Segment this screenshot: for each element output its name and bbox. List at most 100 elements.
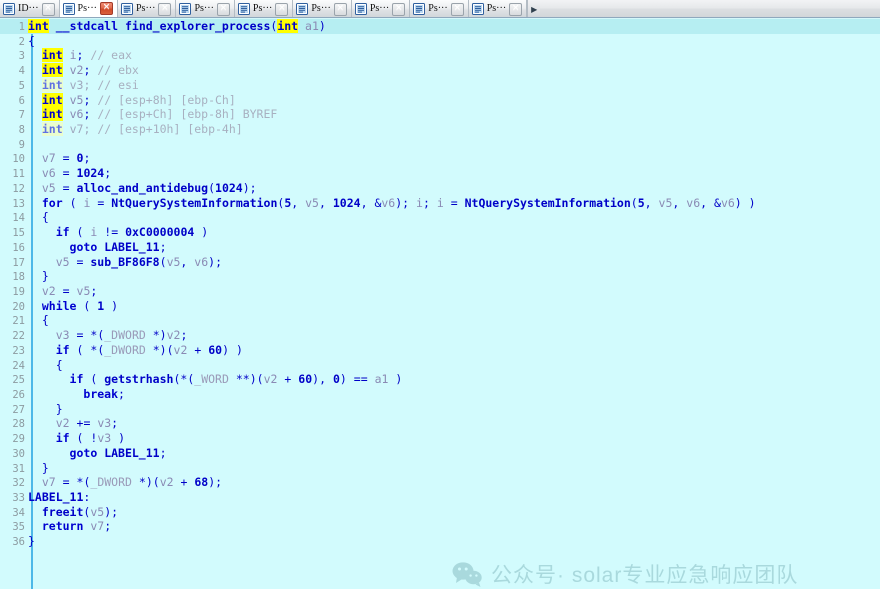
code-line-text: } [28,534,35,549]
close-icon[interactable]: ✕ [100,2,113,15]
code-line[interactable]: 27 } [0,402,880,417]
editor-tab-7[interactable]: Ps··· ✕ [410,0,469,17]
editor-tab-3[interactable]: Ps··· ✕ [176,0,235,17]
code-line[interactable]: 36} [0,534,880,549]
close-icon[interactable]: ✕ [41,2,55,16]
watermark: 公众号· solar专业应急响应团队 [452,559,798,589]
code-line[interactable]: 6 int v5; // [esp+8h] [ebp-Ch] [0,92,880,108]
pseudocode-view[interactable]: 1 int __stdcall find_explorer_process(int… [0,19,880,589]
code-line[interactable]: 25 if ( getstrhash(*(_WORD **)(v2 + 60),… [0,372,880,387]
code-line[interactable]: 32 v7 = *(_DWORD *)(v2 + 68); [0,475,880,490]
code-line[interactable]: 21 { [0,313,880,328]
code-line[interactable]: 16 goto LABEL_11; [0,240,880,255]
code-line[interactable]: 29 if ( !v3 ) [0,431,880,446]
editor-tab-8[interactable]: Ps··· ✕ [468,0,528,17]
code-line[interactable]: 20 while ( 1 ) [0,299,880,314]
code-line[interactable]: 4 int v2; // ebx [0,63,880,78]
code-line[interactable]: 7 int v6; // [esp+Ch] [ebp-8h] BYREF [0,107,880,122]
close-icon[interactable]: ✕ [450,2,464,16]
editor-tab-2[interactable]: Ps··· ✕ [118,0,177,17]
code-line[interactable]: 18 } [0,269,880,284]
code-line-text: { [41,313,49,328]
editor-tab-label: Ps··· [77,2,97,14]
code-line[interactable]: 11 v6 = 1024; [0,166,880,181]
code-line[interactable]: 13 for ( i = NtQuerySystemInformation(5,… [0,196,880,211]
line-number: 29 [12,433,25,446]
code-line-text: break; [83,386,125,401]
code-line[interactable]: 33 LABEL_11: [0,490,880,505]
editor-tab-1[interactable]: Ps··· ✕ [59,0,118,17]
close-icon[interactable]: ✕ [216,2,230,16]
document-icon [62,2,75,15]
line-number: 1 [18,21,25,33]
code-line[interactable]: 14 { [0,210,880,225]
line-number: 7 [18,109,25,122]
document-icon [413,3,426,15]
code-line[interactable]: 17 v5 = sub_BF86F8(v5, v6); [0,255,880,270]
code-line-text: v5 = alloc_and_antidebug(1024); [41,180,257,195]
code-line[interactable]: 2{ [0,34,880,49]
document-icon [471,3,484,15]
line-number: 3 [18,50,25,63]
code-line[interactable]: 3 int i; // eax [0,48,880,63]
code-line[interactable]: 1 int __stdcall find_explorer_process(int… [0,19,880,34]
code-line-text: v7 = *(_DWORD *)(v2 + 68); [41,475,223,490]
editor-tab-label: Ps··· [194,3,214,14]
code-line[interactable]: 26 break; [0,387,880,402]
editor-tab-bar[interactable]: ID··· ✕ Ps··· ✕ Ps··· ✕ Ps··· ✕ Ps··· ✕ Ps··· ✕ Ps··… [0,0,880,18]
code-line[interactable]: 30 goto LABEL_11; [0,446,880,461]
close-icon[interactable]: ✕ [333,2,347,16]
line-number: 10 [12,153,25,166]
line-number: 6 [18,94,25,107]
code-line[interactable]: 12 v5 = alloc_and_antidebug(1024); [0,181,880,196]
document-icon [121,3,133,15]
code-line-text: v6 = 1024; [41,166,112,181]
editor-tab-4[interactable]: Ps··· ✕ [234,0,294,17]
document-icon [3,3,15,15]
line-number: 17 [12,256,25,269]
code-line[interactable]: 22 v3 = *(_DWORD *)v2; [0,328,880,343]
code-line[interactable]: 34 freeit(v5); [0,505,880,520]
line-number: 20 [12,300,25,313]
code-line[interactable]: 15 if ( i != 0xC0000004 ) [0,225,880,240]
line-number: 19 [12,285,25,298]
code-line-text: if ( getstrhash(*(_WORD **)(v2 + 60), 0)… [69,372,403,387]
editor-tab-0[interactable]: ID··· ✕ [0,0,60,17]
code-line-text: v2 = v5; [41,283,98,298]
code-line[interactable]: 9 [0,137,880,152]
code-line-text: for ( i = NtQuerySystemInformation(5, v5… [41,195,756,210]
close-icon[interactable]: ✕ [158,2,172,16]
code-line[interactable]: 23 if ( *(_DWORD *)(v2 + 60) ) [0,343,880,358]
line-number: 9 [18,138,25,151]
line-number: 8 [18,124,25,137]
tab-scroll-right-icon[interactable]: ▶ [527,0,541,17]
line-number: 34 [12,506,25,519]
code-line[interactable]: 8 int v7; // [esp+10h] [ebp-4h] [0,122,880,137]
code-line[interactable]: 35 return v7; [0,519,880,534]
close-icon[interactable]: ✕ [275,2,289,16]
editor-tab-5[interactable]: Ps··· ✕ [293,0,352,17]
line-number: 22 [12,330,25,343]
code-line-text: } [55,401,63,416]
document-icon [296,3,309,15]
code-line-text: int v2; // ebx [41,63,139,78]
line-number: 4 [18,65,25,78]
line-number: 23 [12,344,25,357]
watermark-text: 公众号· solar专业应急响应团队 [491,564,799,587]
line-number: 30 [12,447,25,460]
code-line[interactable]: 10 v7 = 0; [0,151,880,166]
editor-tab-6[interactable]: Ps··· ✕ [351,0,411,17]
close-icon[interactable]: ✕ [392,2,406,16]
line-number: 13 [12,197,25,210]
code-line-text: v3 = *(_DWORD *)v2; [55,328,188,343]
code-lines-container[interactable]: 1 int __stdcall find_explorer_process(int… [0,19,880,549]
code-line[interactable]: 28 v2 += v3; [0,416,880,431]
code-line[interactable]: 19 v2 = v5; [0,284,880,299]
code-line-text: freeit(v5); [41,504,119,519]
code-line-text: int __stdcall find_explorer_process(int … [28,19,326,33]
editor-tab-label: Ps··· [136,3,156,14]
close-icon[interactable]: ✕ [509,2,523,16]
code-line[interactable]: 31 } [0,461,880,476]
code-line[interactable]: 5 int v3; // esi [0,77,880,93]
code-line[interactable]: 24 { [0,358,880,373]
